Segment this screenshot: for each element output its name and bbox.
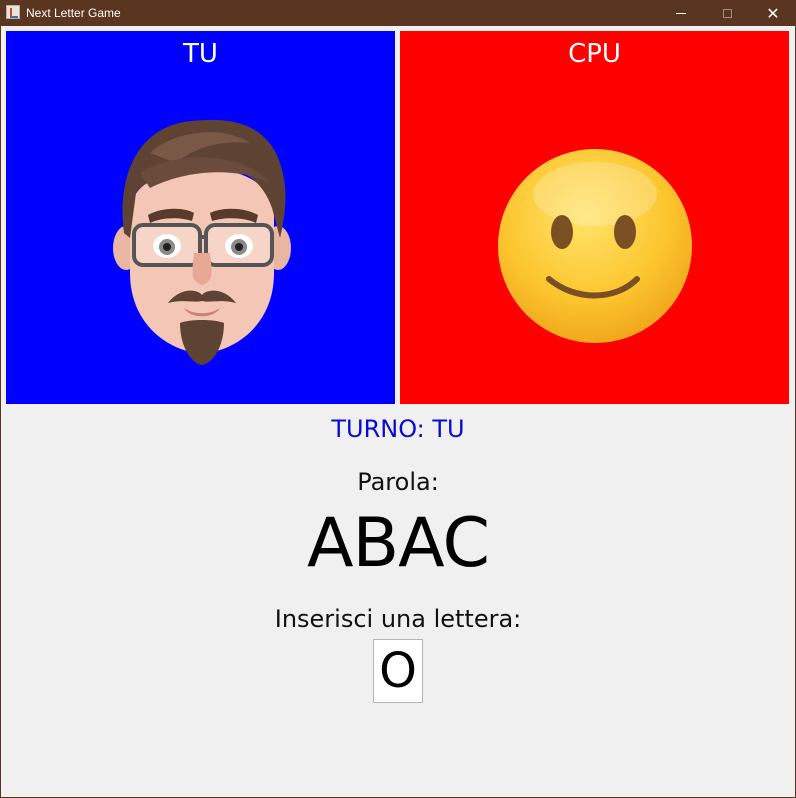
memoji-avatar-icon [113, 119, 291, 365]
window-title: Next Letter Game [26, 6, 121, 20]
player-panel-tu: TU [6, 31, 395, 404]
letter-input[interactable] [373, 639, 423, 703]
turn-indicator: TURNO: TU [331, 415, 465, 443]
player-label-tu: TU [183, 39, 218, 69]
minimize-icon [676, 12, 686, 14]
game-area: TU CPU TURNO: TU Parola: ABAC Inserisci … [1, 26, 795, 797]
player-panel-cpu: CPU [400, 31, 789, 404]
letter-prompt: Inserisci una lettera: [274, 605, 522, 633]
maximize-icon [722, 8, 732, 18]
close-button[interactable]: ✕ [750, 0, 796, 26]
minimize-button[interactable] [658, 0, 704, 26]
smiley-face-icon [498, 149, 692, 343]
maximize-button[interactable] [704, 0, 750, 26]
java-app-icon [6, 5, 20, 19]
close-icon: ✕ [766, 3, 780, 23]
current-word: ABAC [307, 504, 490, 583]
player-label-cpu: CPU [568, 39, 621, 69]
title-bar[interactable]: Next Letter Game ✕ [0, 0, 796, 26]
word-label: Parola: [357, 468, 439, 496]
